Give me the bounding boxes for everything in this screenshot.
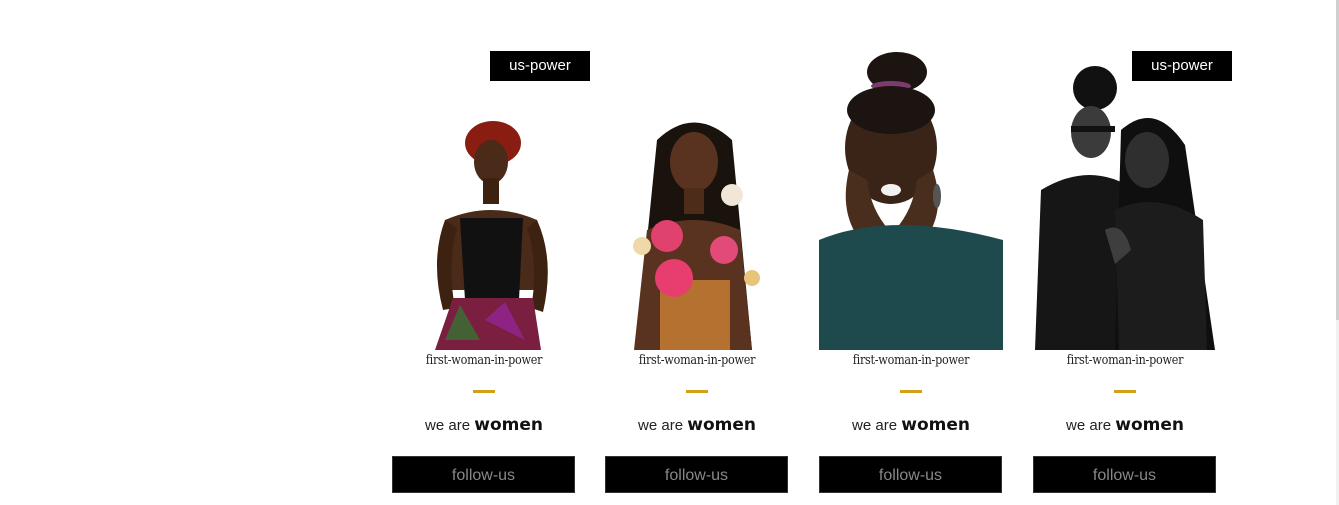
profile-card-4: us-power first-woman-in-power we are wom… — [1018, 0, 1232, 505]
card-photo-1 — [405, 50, 565, 350]
card-photo-4 — [1035, 50, 1217, 350]
card-tagline-3: we are women — [804, 415, 1018, 435]
follow-us-button-4[interactable]: follow-us — [1033, 456, 1216, 493]
accent-divider-4 — [1114, 390, 1136, 393]
tagline-prefix-1: we are — [425, 417, 471, 434]
card-caption-2: first-woman-in-power — [638, 353, 756, 368]
card-caption-1: first-woman-in-power — [425, 353, 543, 368]
accent-divider-1 — [473, 390, 495, 393]
us-power-badge-4[interactable]: us-power — [1132, 51, 1232, 81]
accent-divider-2 — [686, 390, 708, 393]
us-power-badge-1[interactable]: us-power — [490, 51, 590, 81]
profile-card-2: first-woman-in-power we are women follow… — [590, 0, 804, 505]
woman-portrait-3-image — [819, 52, 1003, 350]
tagline-strong-3: women — [901, 415, 970, 435]
tagline-strong-2: women — [687, 415, 756, 435]
couple-portrait-4-image — [1035, 66, 1215, 350]
card-caption-3: first-woman-in-power — [852, 353, 970, 368]
follow-us-button-2[interactable]: follow-us — [605, 456, 788, 493]
tagline-strong-4: women — [1115, 415, 1184, 435]
card-tagline-4: we are women — [1018, 415, 1232, 435]
profile-card-1: us-power first-woman-in-power we are wom… — [377, 0, 591, 505]
card-photo-3 — [819, 50, 1003, 350]
follow-us-button-1[interactable]: follow-us — [392, 456, 575, 493]
follow-us-button-3[interactable]: follow-us — [819, 456, 1002, 493]
card-tagline-2: we are women — [590, 415, 804, 435]
woman-portrait-2-image — [633, 122, 760, 350]
card-photo-2 — [612, 50, 772, 350]
card-caption-4: first-woman-in-power — [1066, 353, 1184, 368]
woman-portrait-1-image — [435, 121, 548, 350]
profile-card-3: first-woman-in-power we are women follow… — [804, 0, 1018, 505]
tagline-prefix-2: we are — [638, 417, 684, 434]
tagline-prefix-3: we are — [852, 417, 898, 434]
card-tagline-1: we are women — [377, 415, 591, 435]
accent-divider-3 — [900, 390, 922, 393]
tagline-prefix-4: we are — [1066, 417, 1112, 434]
tagline-strong-1: women — [474, 415, 543, 435]
